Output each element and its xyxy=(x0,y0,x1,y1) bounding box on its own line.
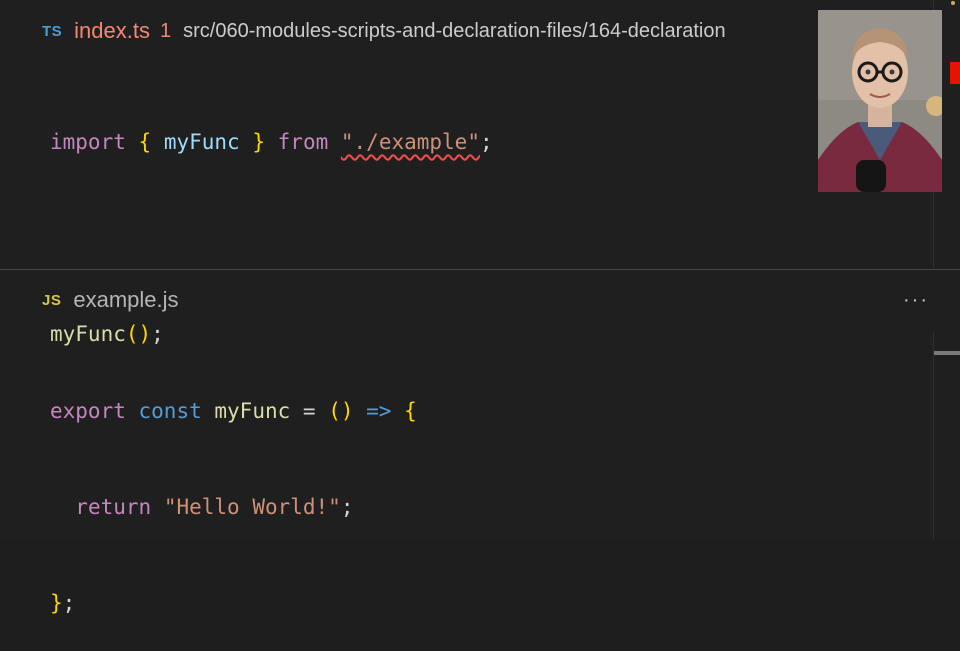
token-const-keyword: const xyxy=(138,399,202,423)
token-close-brace: } xyxy=(50,591,63,615)
bottom-scrollbar[interactable] xyxy=(933,332,934,540)
javascript-icon: JS xyxy=(42,291,62,309)
file-name-example-js[interactable]: example.js xyxy=(73,287,178,313)
top-editor-header: TS index.ts 1 src/060-modules-scripts-an… xyxy=(42,18,726,44)
code-line-1: import { myFunc } from "./example"; xyxy=(50,126,493,158)
more-actions-icon[interactable]: ··· xyxy=(903,289,929,312)
token-myfunc-identifier: myFunc xyxy=(163,130,240,154)
code-line-2: return "Hello World!"; xyxy=(50,491,417,523)
token-return-keyword: return xyxy=(75,495,152,519)
token-open-brace: { xyxy=(404,399,417,423)
file-path-breadcrumb[interactable]: src/060-modules-scripts-and-declaration-… xyxy=(183,20,725,43)
token-myfunc-identifier: myFunc xyxy=(214,399,291,423)
error-marker-overview-ruler[interactable] xyxy=(950,62,960,84)
token-open-brace: { xyxy=(138,130,152,154)
code-area-example-js[interactable]: export const myFunc = () => { return "He… xyxy=(50,331,417,651)
token-close-brace: } xyxy=(252,130,265,154)
file-name-index-ts[interactable]: index.ts xyxy=(74,18,150,44)
code-line-3: }; xyxy=(50,587,417,619)
token-import-keyword: import xyxy=(50,130,126,154)
token-export-keyword: export xyxy=(50,399,126,423)
code-line-1: export const myFunc = () => { xyxy=(50,399,417,423)
token-hello-world-string: "Hello World!" xyxy=(163,495,341,519)
typescript-icon: TS xyxy=(42,22,63,40)
presenter-illustration xyxy=(818,10,942,192)
error-count-badge: 1 xyxy=(160,19,172,42)
scrollbar-thumb[interactable] xyxy=(934,351,960,355)
token-semicolon: ; xyxy=(340,495,354,519)
presenter-webcam-image xyxy=(818,10,942,192)
token-semicolon: ; xyxy=(479,130,493,154)
bottom-editor-header: JS example.js xyxy=(42,287,179,313)
warning-dot-icon xyxy=(951,1,955,5)
token-arrow: => xyxy=(366,399,392,423)
token-semicolon: ; xyxy=(62,591,76,615)
token-from-keyword: from xyxy=(277,130,329,154)
token-module-path-string-error[interactable]: "./example" xyxy=(341,130,480,154)
token-parens: () xyxy=(328,399,354,423)
